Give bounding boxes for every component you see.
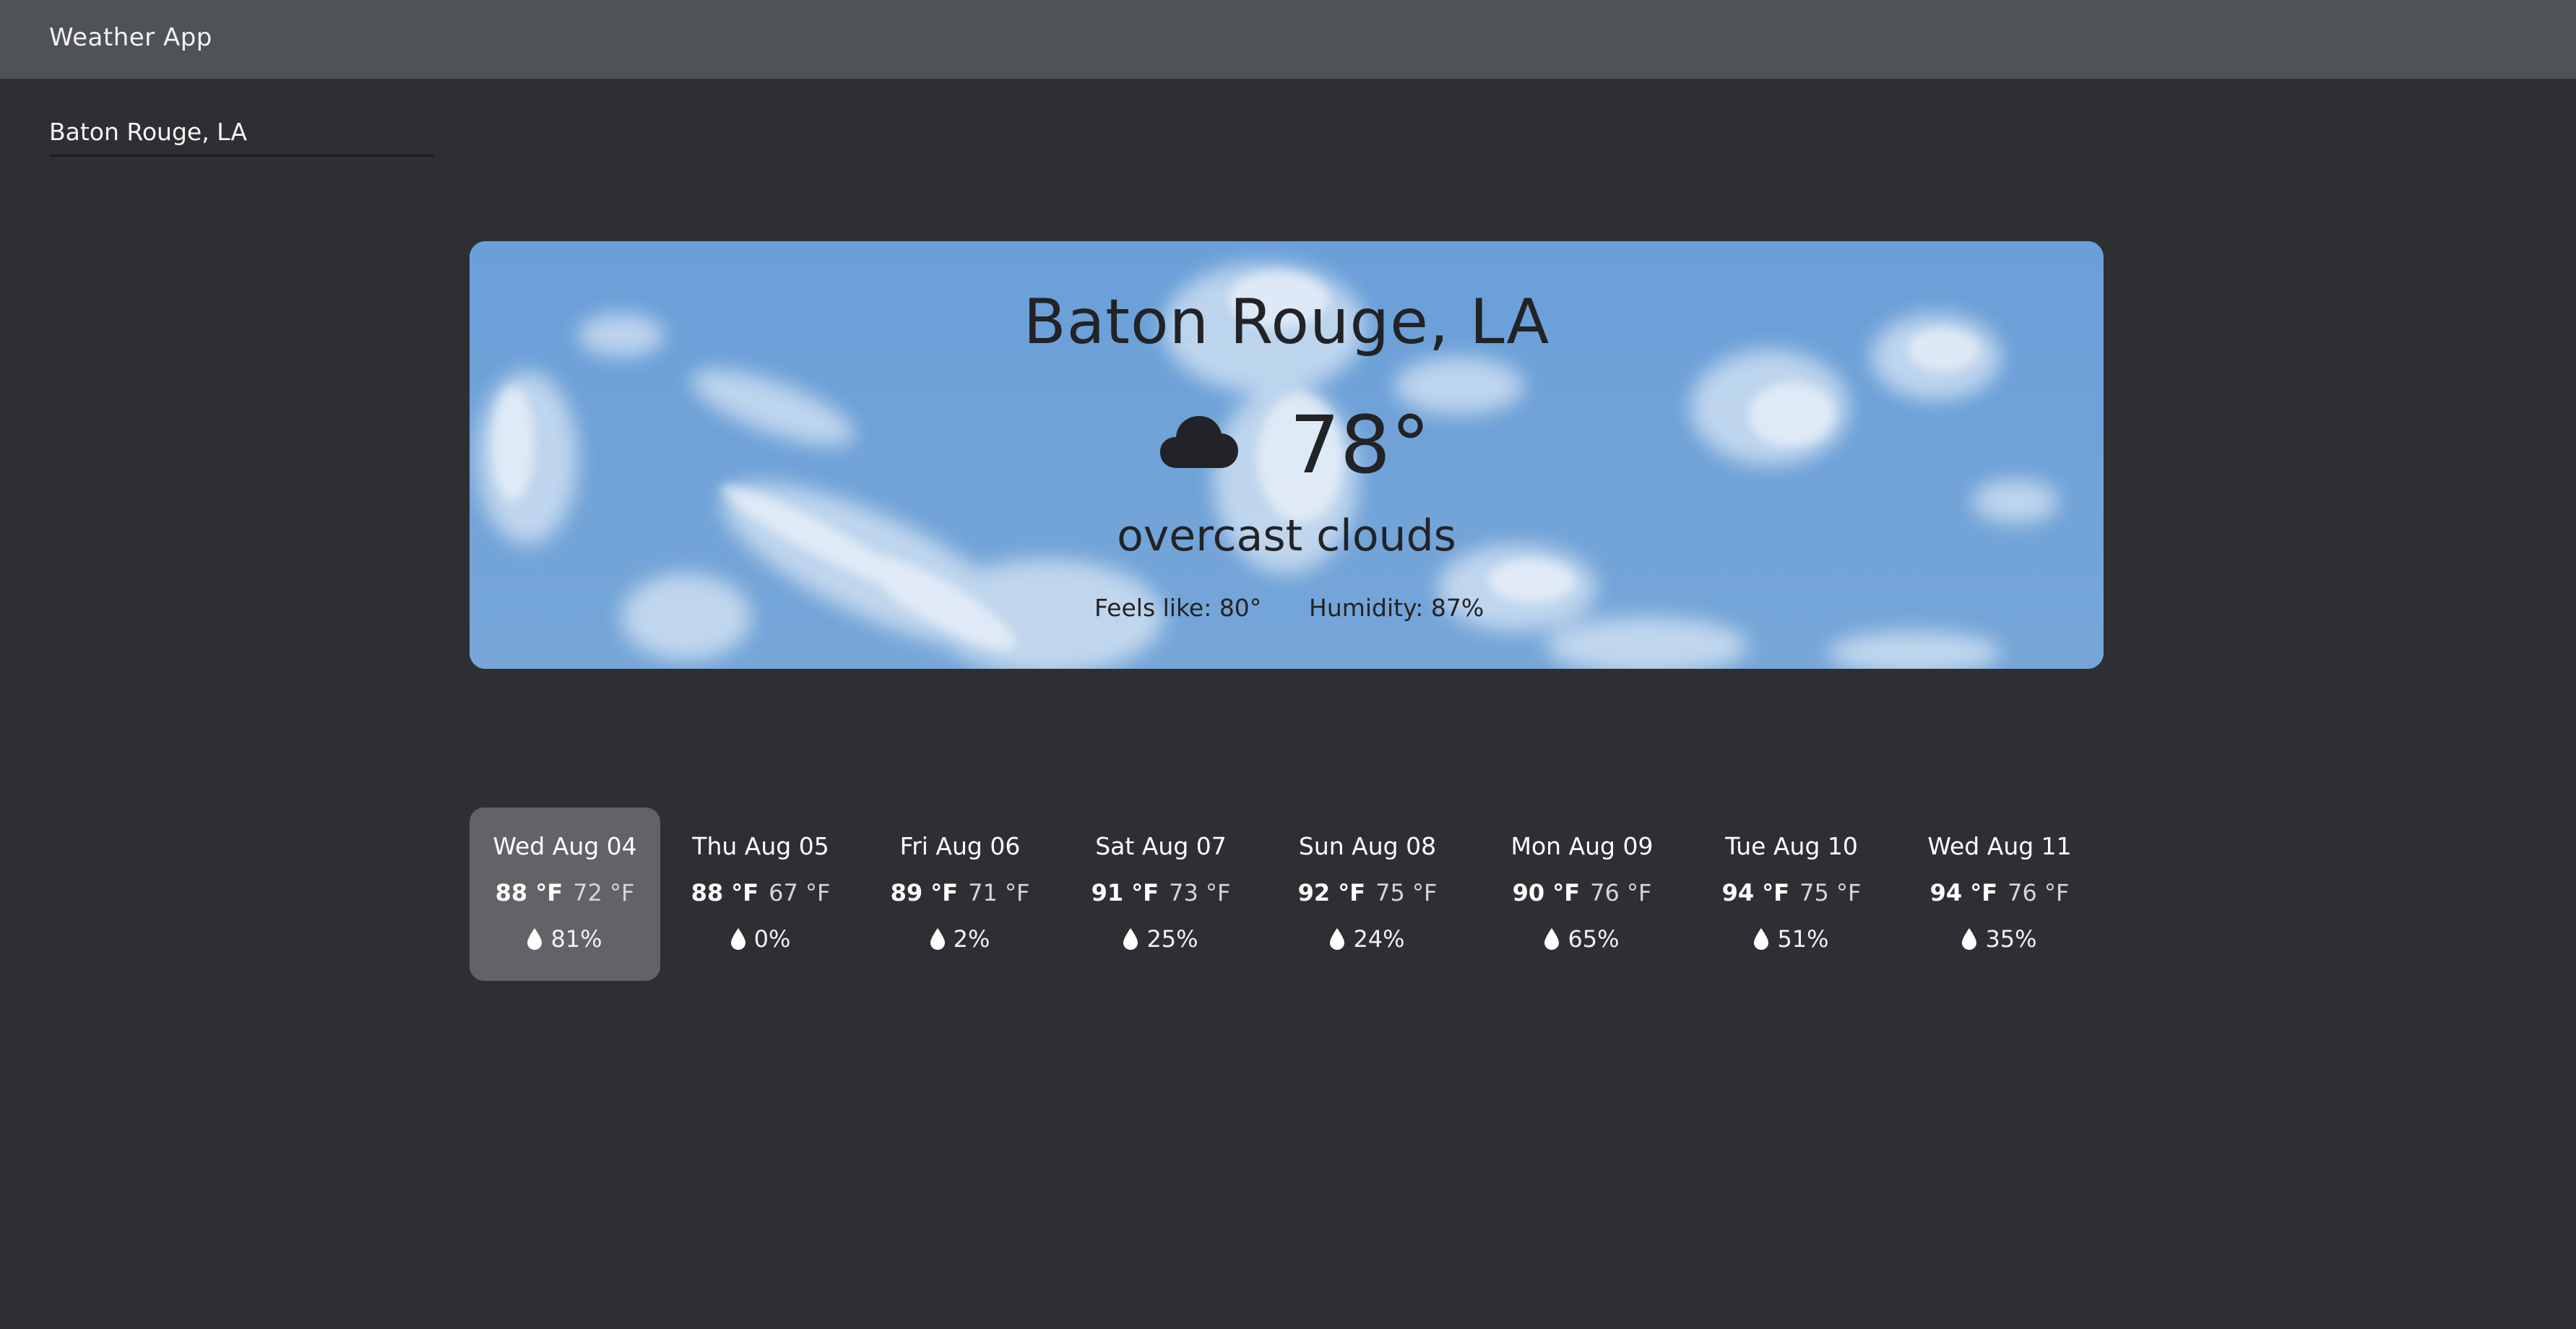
- current-city-name: Baton Rouge, LA: [1023, 286, 1550, 358]
- feels-like-value: Feels like: 80°: [1094, 594, 1262, 622]
- forecast-precipitation: 24%: [1286, 925, 1449, 953]
- forecast-precipitation: 65%: [1497, 925, 1667, 953]
- precipitation-chance: 81%: [550, 925, 602, 953]
- precipitation-chance: 24%: [1353, 925, 1405, 953]
- forecast-date: Mon Aug 09: [1510, 832, 1654, 860]
- precipitation-chance: 65%: [1568, 925, 1620, 953]
- forecast-low: 76 °F: [1590, 879, 1652, 906]
- precipitation-chance: 25%: [1146, 925, 1198, 953]
- forecast-date: Sat Aug 07: [1095, 832, 1227, 860]
- forecast-high: 89 °F: [890, 879, 959, 906]
- forecast-date: Wed Aug 11: [1927, 832, 2072, 860]
- water-drop-icon: [930, 928, 945, 950]
- current-temperature: 78°: [1289, 399, 1430, 491]
- forecast-temps: 88 °F 67 °F: [679, 878, 842, 907]
- forecast-date: Sun Aug 08: [1298, 832, 1437, 860]
- precipitation-chance: 51%: [1777, 925, 1829, 953]
- forecast-temps: 91 °F 73 °F: [1084, 878, 1238, 907]
- precipitation-chance: 2%: [953, 925, 990, 953]
- forecast-low: 75 °F: [1375, 879, 1438, 906]
- forecast-high: 88 °F: [691, 879, 759, 906]
- forecast-low: 73 °F: [1169, 879, 1231, 906]
- water-drop-icon: [1962, 928, 1977, 950]
- humidity-value: Humidity: 87%: [1309, 594, 1484, 622]
- forecast-date: Tue Aug 10: [1725, 832, 1858, 860]
- forecast-day[interactable]: Wed Aug 11 94 °F 76 °F 35%: [1920, 808, 2079, 981]
- forecast-temps: 94 °F 75 °F: [1713, 878, 1870, 907]
- forecast-day[interactable]: Wed Aug 04 88 °F 72 °F 81%: [470, 808, 660, 981]
- water-drop-icon: [1754, 928, 1769, 950]
- forecast-precipitation: 25%: [1084, 925, 1238, 953]
- forecast-high: 94 °F: [1929, 879, 1998, 906]
- forecast-temps: 94 °F 76 °F: [1920, 878, 2079, 907]
- forecast-date: Thu Aug 05: [692, 832, 829, 860]
- forecast-precipitation: 51%: [1713, 925, 1870, 953]
- forecast-date: Wed Aug 04: [493, 832, 637, 860]
- forecast-day[interactable]: Fri Aug 06 89 °F 71 °F 2%: [886, 808, 1034, 981]
- forecast-precipitation: 0%: [679, 925, 842, 953]
- forecast-high: 91 °F: [1091, 879, 1159, 906]
- current-weather-card: Baton Rouge, LA 78° overcast clouds Feel…: [470, 241, 2104, 669]
- weather-description: overcast clouds: [1117, 511, 1456, 561]
- forecast-low: 72 °F: [573, 879, 635, 906]
- forecast-precipitation: 81%: [470, 925, 660, 953]
- water-drop-icon: [1544, 928, 1560, 950]
- cloud-icon: [1160, 416, 1238, 468]
- forecast-low: 75 °F: [1799, 879, 1862, 906]
- water-drop-icon: [527, 928, 543, 950]
- forecast-temps: 88 °F 72 °F: [470, 878, 660, 907]
- water-drop-icon: [1330, 928, 1345, 950]
- location-search-input[interactable]: [49, 114, 432, 149]
- precipitation-chance: 35%: [1985, 925, 2037, 953]
- precipitation-chance: 0%: [753, 925, 791, 953]
- forecast-high: 90 °F: [1512, 879, 1581, 906]
- forecast-day[interactable]: Thu Aug 05 88 °F 67 °F 0%: [679, 808, 842, 981]
- forecast-day[interactable]: Tue Aug 10 94 °F 75 °F 51%: [1713, 808, 1870, 981]
- forecast-day[interactable]: Sat Aug 07 91 °F 73 °F 25%: [1084, 808, 1238, 981]
- forecast-low: 71 °F: [968, 879, 1030, 906]
- forecast-high: 94 °F: [1721, 879, 1790, 906]
- forecast-date: Fri Aug 06: [899, 832, 1021, 860]
- location-search: [49, 114, 435, 157]
- forecast-low: 67 °F: [769, 879, 831, 906]
- forecast-high: 88 °F: [495, 879, 563, 906]
- forecast-temps: 89 °F 71 °F: [886, 878, 1034, 907]
- daily-forecast: Wed Aug 04 88 °F 72 °F 81% Thu Aug 05 88 …: [470, 808, 2104, 981]
- top-navbar: Weather App: [0, 0, 2576, 79]
- forecast-day[interactable]: Mon Aug 09 90 °F 76 °F 65%: [1497, 808, 1667, 981]
- forecast-precipitation: 2%: [886, 925, 1034, 953]
- app-title[interactable]: Weather App: [49, 23, 212, 52]
- forecast-high: 92 °F: [1297, 879, 1366, 906]
- forecast-day[interactable]: Sun Aug 08 92 °F 75 °F 24%: [1286, 808, 1449, 981]
- forecast-temps: 92 °F 75 °F: [1286, 878, 1449, 907]
- water-drop-icon: [730, 928, 745, 950]
- water-drop-icon: [1123, 928, 1138, 950]
- forecast-precipitation: 35%: [1920, 925, 2079, 953]
- forecast-temps: 90 °F 76 °F: [1497, 878, 1667, 907]
- forecast-low: 76 °F: [2007, 879, 2070, 906]
